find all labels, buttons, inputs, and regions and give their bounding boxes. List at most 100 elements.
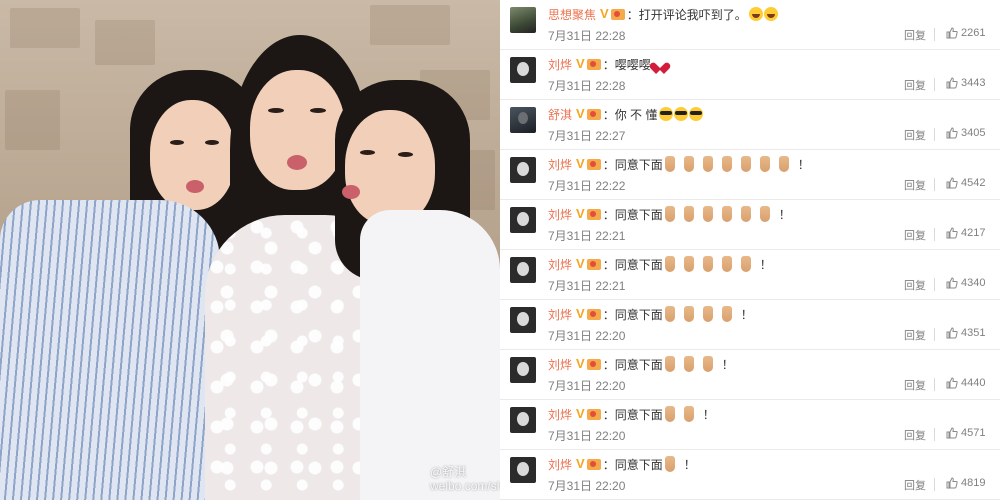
like-button[interactable]: 4440 <box>946 375 985 391</box>
baby-avatar-icon[interactable] <box>510 207 536 233</box>
like-button[interactable]: 4571 <box>946 425 985 441</box>
action-divider <box>934 178 935 191</box>
comment-username[interactable]: 刘烨 <box>548 156 572 173</box>
comment-line: 刘烨 V ：同意下面 ！ <box>548 456 696 472</box>
like-button[interactable]: 4819 <box>946 475 985 491</box>
comment-row: 刘烨 V ：同意下面 ！ 7月31日 22:20 回复 4351 <box>500 300 1000 350</box>
thumbs-up-icon <box>946 327 958 339</box>
comment-row: 刘烨 V ：同意下面 ！ 7月31日 22:21 回复 4217 <box>500 200 1000 250</box>
reply-button[interactable]: 回复 <box>904 327 926 343</box>
comment-time: 7月31日 22:20 <box>548 329 626 343</box>
reply-button[interactable]: 回复 <box>904 427 926 443</box>
like-count: 4819 <box>961 477 986 489</box>
watermark-handle: @舒淇 <box>430 465 467 479</box>
comment-username[interactable]: 刘烨 <box>548 206 572 223</box>
hand-emoji-icon <box>759 156 770 172</box>
comment-line: 刘烨 V ：同意下面 ！ <box>548 356 734 372</box>
verified-v-icon: V <box>576 56 585 71</box>
baby-avatar-icon[interactable] <box>510 307 536 333</box>
member-badge-icon <box>586 58 601 70</box>
laugh-emoji-icon <box>763 7 778 21</box>
member-badge-icon <box>586 408 601 420</box>
comment-time: 7月31日 22:20 <box>548 379 626 393</box>
comment-username[interactable]: 刘烨 <box>548 56 572 73</box>
comment-line: 刘烨 V ：同意下面 ！ <box>548 156 810 172</box>
like-count: 4340 <box>961 277 986 289</box>
laugh-emoji-icon <box>748 7 763 21</box>
comment-username[interactable]: 思想聚焦 <box>548 6 596 23</box>
baby-avatar-icon[interactable] <box>510 157 536 183</box>
reply-button[interactable]: 回复 <box>904 77 926 93</box>
comment-time: 7月31日 22:28 <box>548 29 626 43</box>
comment-row: 刘烨 V ：同意下面 ！ 7月31日 22:22 回复 4542 <box>500 150 1000 200</box>
thumbs-up-icon <box>946 77 958 89</box>
comment-username[interactable]: 刘烨 <box>548 456 572 473</box>
comment-emojis <box>664 406 703 422</box>
reply-button[interactable]: 回复 <box>904 277 926 293</box>
verified-v-icon: V <box>576 456 585 471</box>
heart-emoji-icon <box>653 58 667 71</box>
comment-username[interactable]: 刘烨 <box>548 256 572 273</box>
hand-emoji-icon <box>702 306 713 322</box>
baby-avatar-icon[interactable] <box>510 57 536 83</box>
baby-avatar-icon[interactable] <box>510 257 536 283</box>
reply-button[interactable]: 回复 <box>904 27 926 43</box>
reply-button[interactable]: 回复 <box>904 227 926 243</box>
hand-emoji-icon <box>683 256 694 272</box>
comment-emojis <box>664 156 798 172</box>
like-button[interactable]: 3443 <box>946 75 985 91</box>
like-count: 4440 <box>961 377 986 389</box>
comment-emojis <box>664 456 684 472</box>
like-count: 4542 <box>961 177 986 189</box>
member-badge-icon <box>586 358 601 370</box>
wall-brick <box>95 20 155 65</box>
reply-button[interactable]: 回复 <box>904 477 926 493</box>
landscape-avatar-icon[interactable] <box>510 7 536 33</box>
action-divider <box>934 28 935 41</box>
baby-avatar-icon[interactable] <box>510 407 536 433</box>
comment-username[interactable]: 舒淇 <box>548 106 572 123</box>
like-button[interactable]: 4542 <box>946 175 985 191</box>
like-button[interactable]: 2261 <box>946 25 985 41</box>
portrait-avatar-icon[interactable] <box>510 107 536 133</box>
comment-suffix: ！ <box>759 257 772 272</box>
verified-v-icon: V <box>600 6 609 21</box>
hand-emoji-icon <box>664 206 675 222</box>
hand-emoji-icon <box>683 406 694 422</box>
comment-time: 7月31日 22:21 <box>548 279 626 293</box>
like-button[interactable]: 4340 <box>946 275 985 291</box>
comment-emojis <box>664 356 722 372</box>
member-badge-icon <box>586 458 601 470</box>
baby-avatar-icon[interactable] <box>510 357 536 383</box>
comment-suffix: ！ <box>721 357 734 372</box>
member-badge-icon <box>586 308 601 320</box>
action-divider <box>934 328 935 341</box>
verified-v-icon: V <box>576 206 585 221</box>
like-button[interactable]: 4351 <box>946 325 985 341</box>
comment-text: ：同意下面 <box>602 307 663 322</box>
comment-username[interactable]: 刘烨 <box>548 406 572 423</box>
hand-emoji-icon <box>683 306 694 322</box>
comment-row: 刘烨 V ：同意下面 ！ 7月31日 22:20 回复 4819 <box>500 450 1000 500</box>
comment-username[interactable]: 刘烨 <box>548 356 572 373</box>
wall-brick <box>10 8 80 48</box>
wall-brick <box>370 5 450 45</box>
reply-button[interactable]: 回复 <box>904 377 926 393</box>
comment-suffix: ！ <box>740 307 753 322</box>
reply-button[interactable]: 回复 <box>904 177 926 193</box>
like-count: 2261 <box>961 27 986 39</box>
comment-username[interactable]: 刘烨 <box>548 306 572 323</box>
action-divider <box>934 378 935 391</box>
member-badge-icon <box>586 108 601 120</box>
baby-avatar-icon[interactable] <box>510 457 536 483</box>
hand-emoji-icon <box>702 206 713 222</box>
reply-button[interactable]: 回复 <box>904 127 926 143</box>
like-button[interactable]: 3405 <box>946 125 985 141</box>
member-badge-icon <box>586 208 601 220</box>
hand-emoji-icon <box>683 206 694 222</box>
verified-v-icon: V <box>576 356 585 371</box>
like-count: 3443 <box>961 77 986 89</box>
like-button[interactable]: 4217 <box>946 225 985 241</box>
comment-time: 7月31日 22:28 <box>548 79 626 93</box>
hand-emoji-icon <box>740 156 751 172</box>
